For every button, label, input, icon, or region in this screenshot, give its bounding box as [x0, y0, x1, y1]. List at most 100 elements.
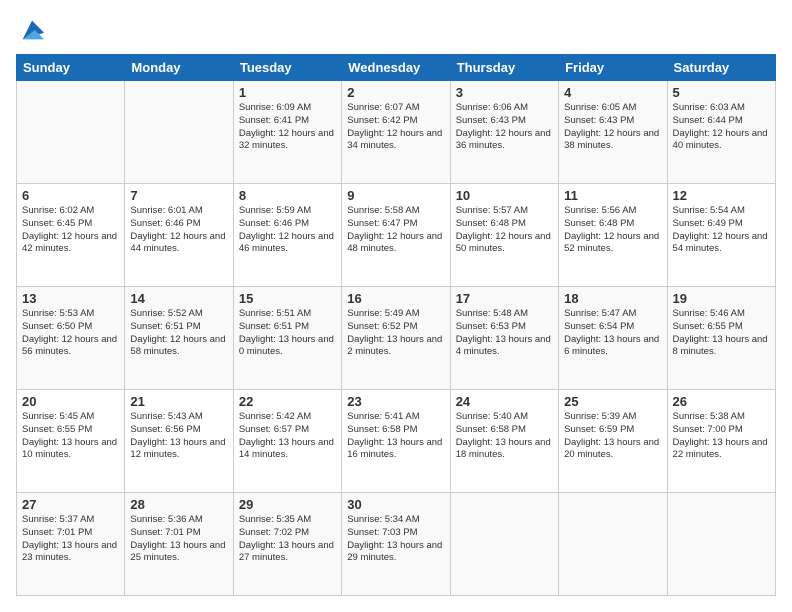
calendar-cell	[17, 81, 125, 184]
logo	[16, 16, 46, 44]
day-info: Sunrise: 5:47 AM Sunset: 6:54 PM Dayligh…	[564, 308, 661, 359]
calendar-cell: 6 Sunrise: 6:02 AM Sunset: 6:45 PM Daylig…	[17, 184, 125, 287]
calendar-cell: 24Sunrise: 5:40 AM Sunset: 6:58 PM Dayli…	[450, 390, 558, 493]
day-info: Sunrise: 6:05 AM Sunset: 6:43 PM Dayligh…	[564, 102, 661, 153]
day-number: 22	[239, 394, 336, 409]
calendar-cell: 20 Sunrise: 5:45 AM Sunset: 6:55 PM Dayli…	[17, 390, 125, 493]
day-info: Sunrise: 5:53 AM Sunset: 6:50 PM Dayligh…	[22, 308, 119, 359]
calendar-cell: 26 Sunrise: 5:38 AM Sunset: 7:00 PM Dayli…	[667, 390, 775, 493]
day-number: 21	[130, 394, 227, 409]
day-number: 2	[347, 85, 444, 100]
day-info: Sunrise: 5:49 AM Sunset: 6:52 PM Dayligh…	[347, 308, 444, 359]
day-number: 18	[564, 291, 661, 306]
day-info: Sunrise: 5:54 AM Sunset: 6:49 PM Dayligh…	[673, 205, 770, 256]
weekday-header-saturday: Saturday	[667, 55, 775, 81]
day-info: Sunrise: 5:57 AM Sunset: 6:48 PM Dayligh…	[456, 205, 553, 256]
day-number: 25	[564, 394, 661, 409]
day-info: Sunrise: 5:37 AM Sunset: 7:01 PM Dayligh…	[22, 514, 119, 565]
day-info: Sunrise: 5:40 AM Sunset: 6:58 PM Dayligh…	[456, 411, 553, 462]
calendar-cell: 1 Sunrise: 6:09 AM Sunset: 6:41 PM Daylig…	[233, 81, 341, 184]
week-row-3: 13Sunrise: 5:53 AM Sunset: 6:50 PM Dayli…	[17, 287, 776, 390]
weekday-row: SundayMondayTuesdayWednesdayThursdayFrid…	[17, 55, 776, 81]
day-number: 6	[22, 188, 119, 203]
day-info: Sunrise: 5:36 AM Sunset: 7:01 PM Dayligh…	[130, 514, 227, 565]
page: SundayMondayTuesdayWednesdayThursdayFrid…	[0, 0, 792, 612]
calendar-cell: 29Sunrise: 5:35 AM Sunset: 7:02 PM Dayli…	[233, 493, 341, 596]
calendar-cell	[125, 81, 233, 184]
calendar-cell: 4 Sunrise: 6:05 AM Sunset: 6:43 PM Daylig…	[559, 81, 667, 184]
day-info: Sunrise: 5:41 AM Sunset: 6:58 PM Dayligh…	[347, 411, 444, 462]
day-number: 30	[347, 497, 444, 512]
day-info: Sunrise: 6:09 AM Sunset: 6:41 PM Dayligh…	[239, 102, 336, 153]
header	[16, 16, 776, 44]
calendar-cell: 21Sunrise: 5:43 AM Sunset: 6:56 PM Dayli…	[125, 390, 233, 493]
week-row-4: 20 Sunrise: 5:45 AM Sunset: 6:55 PM Dayli…	[17, 390, 776, 493]
day-number: 20	[22, 394, 119, 409]
calendar-cell: 13Sunrise: 5:53 AM Sunset: 6:50 PM Dayli…	[17, 287, 125, 390]
calendar-cell	[450, 493, 558, 596]
weekday-header-sunday: Sunday	[17, 55, 125, 81]
calendar-cell	[559, 493, 667, 596]
logo-text	[16, 16, 46, 44]
calendar-cell: 5 Sunrise: 6:03 AM Sunset: 6:44 PM Daylig…	[667, 81, 775, 184]
day-number: 1	[239, 85, 336, 100]
week-row-2: 6 Sunrise: 6:02 AM Sunset: 6:45 PM Daylig…	[17, 184, 776, 287]
day-info: Sunrise: 5:56 AM Sunset: 6:48 PM Dayligh…	[564, 205, 661, 256]
logo-icon	[18, 16, 46, 44]
day-info: Sunrise: 5:38 AM Sunset: 7:00 PM Dayligh…	[673, 411, 770, 462]
calendar-cell: 28Sunrise: 5:36 AM Sunset: 7:01 PM Dayli…	[125, 493, 233, 596]
day-number: 8	[239, 188, 336, 203]
day-number: 17	[456, 291, 553, 306]
calendar-header: SundayMondayTuesdayWednesdayThursdayFrid…	[17, 55, 776, 81]
day-info: Sunrise: 5:45 AM Sunset: 6:55 PM Dayligh…	[22, 411, 119, 462]
day-info: Sunrise: 6:03 AM Sunset: 6:44 PM Dayligh…	[673, 102, 770, 153]
day-info: Sunrise: 5:39 AM Sunset: 6:59 PM Dayligh…	[564, 411, 661, 462]
day-info: Sunrise: 6:02 AM Sunset: 6:45 PM Dayligh…	[22, 205, 119, 256]
week-row-5: 27 Sunrise: 5:37 AM Sunset: 7:01 PM Dayli…	[17, 493, 776, 596]
weekday-header-tuesday: Tuesday	[233, 55, 341, 81]
week-row-1: 1 Sunrise: 6:09 AM Sunset: 6:41 PM Daylig…	[17, 81, 776, 184]
day-info: Sunrise: 5:52 AM Sunset: 6:51 PM Dayligh…	[130, 308, 227, 359]
day-number: 7	[130, 188, 227, 203]
day-info: Sunrise: 5:42 AM Sunset: 6:57 PM Dayligh…	[239, 411, 336, 462]
calendar-cell: 8 Sunrise: 5:59 AM Sunset: 6:46 PM Daylig…	[233, 184, 341, 287]
calendar-cell: 2 Sunrise: 6:07 AM Sunset: 6:42 PM Daylig…	[342, 81, 450, 184]
day-info: Sunrise: 5:34 AM Sunset: 7:03 PM Dayligh…	[347, 514, 444, 565]
calendar-body: 1 Sunrise: 6:09 AM Sunset: 6:41 PM Daylig…	[17, 81, 776, 596]
calendar-cell: 30 Sunrise: 5:34 AM Sunset: 7:03 PM Dayli…	[342, 493, 450, 596]
day-number: 5	[673, 85, 770, 100]
day-number: 9	[347, 188, 444, 203]
day-info: Sunrise: 5:59 AM Sunset: 6:46 PM Dayligh…	[239, 205, 336, 256]
day-number: 27	[22, 497, 119, 512]
day-info: Sunrise: 6:06 AM Sunset: 6:43 PM Dayligh…	[456, 102, 553, 153]
day-number: 23	[347, 394, 444, 409]
day-number: 19	[673, 291, 770, 306]
calendar-cell	[667, 493, 775, 596]
day-info: Sunrise: 5:51 AM Sunset: 6:51 PM Dayligh…	[239, 308, 336, 359]
calendar-cell: 10 Sunrise: 5:57 AM Sunset: 6:48 PM Dayli…	[450, 184, 558, 287]
weekday-header-friday: Friday	[559, 55, 667, 81]
day-info: Sunrise: 6:01 AM Sunset: 6:46 PM Dayligh…	[130, 205, 227, 256]
calendar-cell: 14Sunrise: 5:52 AM Sunset: 6:51 PM Dayli…	[125, 287, 233, 390]
weekday-header-wednesday: Wednesday	[342, 55, 450, 81]
calendar-cell: 9 Sunrise: 5:58 AM Sunset: 6:47 PM Daylig…	[342, 184, 450, 287]
day-info: Sunrise: 6:07 AM Sunset: 6:42 PM Dayligh…	[347, 102, 444, 153]
calendar-cell: 25 Sunrise: 5:39 AM Sunset: 6:59 PM Dayli…	[559, 390, 667, 493]
calendar-cell: 19Sunrise: 5:46 AM Sunset: 6:55 PM Dayli…	[667, 287, 775, 390]
calendar-cell: 11 Sunrise: 5:56 AM Sunset: 6:48 PM Dayli…	[559, 184, 667, 287]
day-info: Sunrise: 5:48 AM Sunset: 6:53 PM Dayligh…	[456, 308, 553, 359]
calendar-cell: 22 Sunrise: 5:42 AM Sunset: 6:57 PM Dayli…	[233, 390, 341, 493]
calendar-cell: 16 Sunrise: 5:49 AM Sunset: 6:52 PM Dayli…	[342, 287, 450, 390]
calendar-cell: 3 Sunrise: 6:06 AM Sunset: 6:43 PM Daylig…	[450, 81, 558, 184]
day-number: 16	[347, 291, 444, 306]
day-number: 26	[673, 394, 770, 409]
calendar-cell: 18 Sunrise: 5:47 AM Sunset: 6:54 PM Dayli…	[559, 287, 667, 390]
calendar-table: SundayMondayTuesdayWednesdayThursdayFrid…	[16, 54, 776, 596]
day-number: 3	[456, 85, 553, 100]
day-number: 10	[456, 188, 553, 203]
calendar-cell: 7 Sunrise: 6:01 AM Sunset: 6:46 PM Daylig…	[125, 184, 233, 287]
day-number: 29	[239, 497, 336, 512]
day-number: 4	[564, 85, 661, 100]
day-info: Sunrise: 5:58 AM Sunset: 6:47 PM Dayligh…	[347, 205, 444, 256]
day-number: 11	[564, 188, 661, 203]
